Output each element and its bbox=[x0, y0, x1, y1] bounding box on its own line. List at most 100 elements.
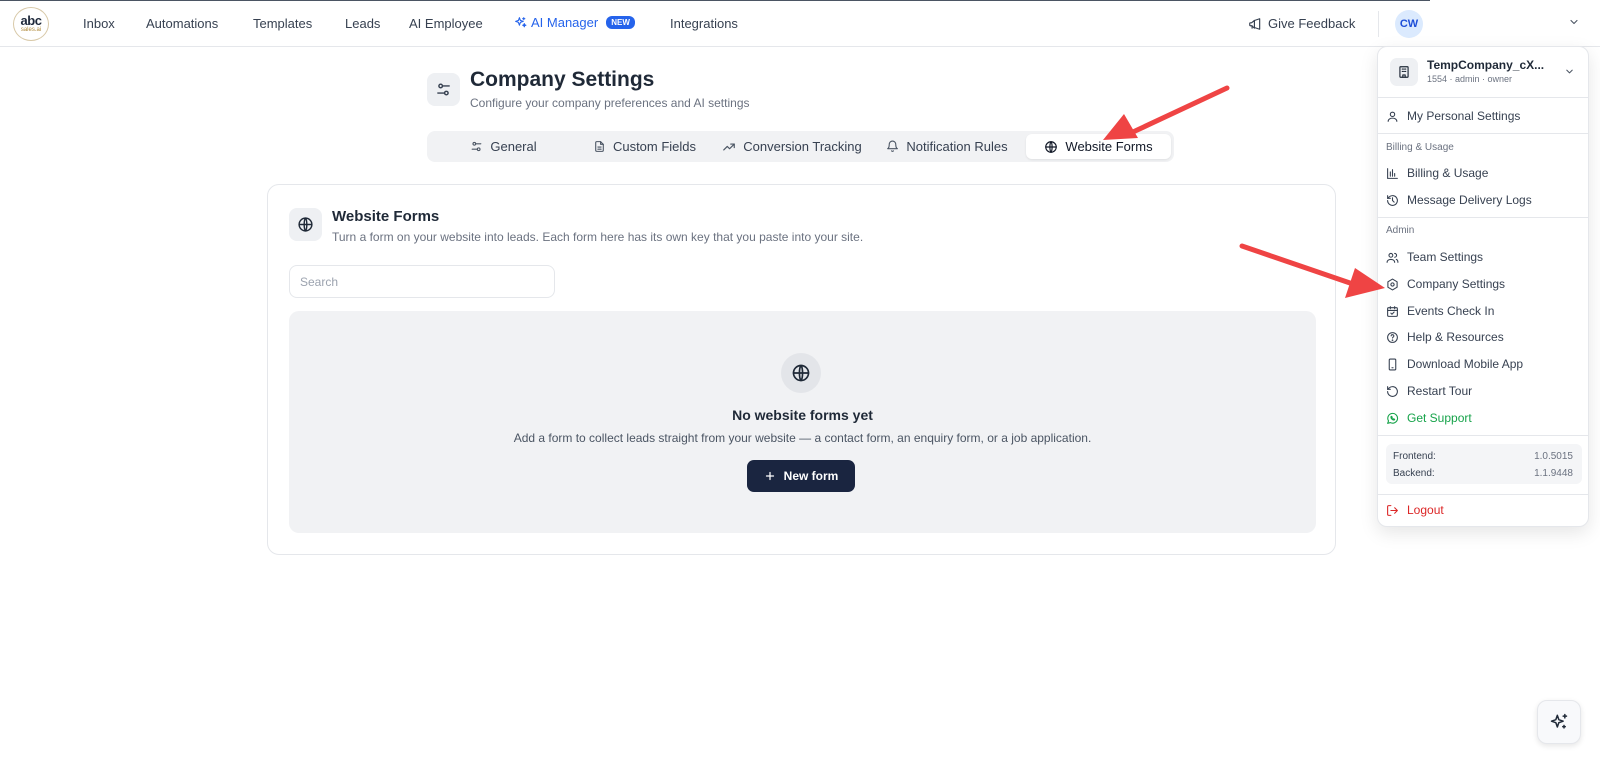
settings-tabs: General Custom Fields Conversion Trackin… bbox=[427, 131, 1174, 162]
section-label-admin: Admin bbox=[1386, 225, 1415, 236]
company-icon bbox=[1390, 58, 1418, 86]
company-name[interactable]: TempCompany_cX... bbox=[1427, 58, 1544, 72]
new-form-label: New form bbox=[783, 469, 839, 483]
ai-assistant-button[interactable] bbox=[1537, 700, 1581, 744]
bar-chart-icon bbox=[1387, 167, 1398, 179]
backend-version: 1.1.9448 bbox=[1534, 468, 1573, 479]
tab-custom-fields[interactable]: Custom Fields bbox=[577, 134, 712, 159]
card-subtitle: Turn a form on your website into leads. … bbox=[332, 230, 864, 244]
menu-item-label: Help & Resources bbox=[1407, 330, 1504, 344]
nav-templates[interactable]: Templates bbox=[253, 16, 312, 31]
abc-sales-logo[interactable]: abc sales.ai bbox=[13, 7, 49, 41]
dropdown-divider bbox=[1378, 494, 1588, 495]
logo-text: abc bbox=[20, 12, 42, 28]
nav-automations[interactable]: Automations bbox=[146, 16, 218, 31]
menu-item-label: My Personal Settings bbox=[1407, 109, 1521, 123]
menu-item-label: Billing & Usage bbox=[1407, 166, 1489, 180]
menu-item-get-support[interactable]: Get Support bbox=[1386, 409, 1472, 427]
menu-item-label: Download Mobile App bbox=[1407, 357, 1524, 371]
nav-divider bbox=[1378, 11, 1379, 37]
nav-inbox[interactable]: Inbox bbox=[83, 16, 115, 31]
rotate-ccw-icon bbox=[1387, 385, 1398, 397]
sparkles-icon bbox=[1550, 713, 1568, 729]
dropdown-divider bbox=[1378, 435, 1588, 436]
tab-general[interactable]: General bbox=[430, 134, 577, 159]
globe-icon bbox=[1045, 140, 1058, 153]
tab-website-forms[interactable]: Website Forms bbox=[1026, 134, 1171, 159]
sliders-icon bbox=[472, 141, 482, 152]
nav-integrations[interactable]: Integrations bbox=[670, 16, 738, 31]
menu-item-company-settings[interactable]: Company Settings bbox=[1386, 275, 1505, 293]
menu-item-label: Restart Tour bbox=[1407, 384, 1473, 398]
give-feedback-button[interactable]: Give Feedback bbox=[1248, 16, 1355, 31]
new-form-button[interactable]: New form bbox=[747, 460, 855, 492]
menu-item-label: Company Settings bbox=[1407, 277, 1506, 291]
sparkles-icon bbox=[515, 17, 527, 28]
nav-ai-manager-label: AI Manager bbox=[531, 15, 599, 30]
globe-icon bbox=[792, 364, 810, 382]
megaphone-icon bbox=[1249, 17, 1261, 30]
tab-label: Conversion Tracking bbox=[743, 139, 862, 154]
menu-item-delivery-logs[interactable]: Message Delivery Logs bbox=[1386, 191, 1532, 209]
frontend-version: 1.0.5015 bbox=[1534, 451, 1573, 462]
empty-state-title: No website forms yet bbox=[732, 407, 873, 423]
menu-item-label: Message Delivery Logs bbox=[1407, 193, 1532, 207]
chevron-down-icon[interactable] bbox=[1564, 66, 1575, 77]
nav-ai-employee[interactable]: AI Employee bbox=[409, 16, 483, 31]
tab-label: Custom Fields bbox=[612, 139, 697, 154]
menu-item-label: Logout bbox=[1407, 503, 1444, 517]
nav-leads[interactable]: Leads bbox=[345, 16, 380, 31]
menu-item-help[interactable]: Help & Resources bbox=[1386, 328, 1504, 346]
history-icon bbox=[1387, 194, 1398, 206]
dropdown-divider bbox=[1378, 133, 1588, 134]
frontend-label: Frontend: bbox=[1393, 451, 1436, 462]
menu-item-logout[interactable]: Logout bbox=[1386, 501, 1444, 519]
card-header-icon bbox=[289, 208, 322, 241]
bell-icon bbox=[887, 140, 899, 152]
user-avatar[interactable]: CW bbox=[1395, 10, 1423, 38]
menu-item-label: Get Support bbox=[1407, 411, 1472, 425]
gear-icon bbox=[1387, 278, 1398, 290]
menu-item-label: Events Check In bbox=[1407, 304, 1495, 318]
section-label-billing: Billing & Usage bbox=[1386, 142, 1454, 153]
nav-ai-manager[interactable]: AI Manager NEW bbox=[514, 15, 635, 30]
globe-icon bbox=[298, 217, 313, 232]
logout-icon bbox=[1387, 504, 1398, 516]
plus-icon bbox=[765, 471, 774, 481]
dropdown-divider bbox=[1378, 217, 1588, 218]
help-circle-icon bbox=[1387, 331, 1398, 343]
menu-item-restart-tour[interactable]: Restart Tour bbox=[1386, 382, 1472, 400]
tab-label: Website Forms bbox=[1065, 139, 1153, 154]
tab-label: Notification Rules bbox=[906, 139, 1008, 154]
page-title: Company Settings bbox=[470, 68, 655, 91]
company-meta: 1554 · admin · owner bbox=[1427, 74, 1513, 84]
new-badge: NEW bbox=[606, 16, 635, 29]
settings-header-icon bbox=[427, 73, 460, 106]
menu-item-mobile-app[interactable]: Download Mobile App bbox=[1386, 355, 1523, 373]
tab-conversion-tracking[interactable]: Conversion Tracking bbox=[712, 134, 872, 159]
tab-notification-rules[interactable]: Notification Rules bbox=[872, 134, 1022, 159]
trending-up-icon bbox=[723, 143, 736, 150]
menu-item-label: Team Settings bbox=[1407, 250, 1484, 264]
building-icon bbox=[1399, 66, 1409, 78]
menu-item-personal-settings[interactable]: My Personal Settings bbox=[1386, 107, 1520, 125]
logo-subtext: sales.ai bbox=[20, 26, 42, 33]
menu-item-events-check-in[interactable]: Events Check In bbox=[1386, 302, 1494, 320]
menu-item-team-settings[interactable]: Team Settings bbox=[1386, 248, 1483, 266]
users-icon bbox=[1386, 252, 1399, 263]
give-feedback-label: Give Feedback bbox=[1268, 16, 1356, 31]
top-navigation-bar: abc sales.ai Inbox Automations Templates… bbox=[0, 0, 1600, 47]
menu-item-billing[interactable]: Billing & Usage bbox=[1386, 164, 1488, 182]
user-icon bbox=[1387, 111, 1398, 122]
search-input[interactable] bbox=[289, 265, 555, 298]
smartphone-icon bbox=[1388, 358, 1397, 370]
chevron-down-icon[interactable] bbox=[1568, 16, 1580, 28]
calendar-check-icon bbox=[1387, 305, 1398, 317]
tab-label: General bbox=[490, 139, 537, 154]
backend-label: Backend: bbox=[1393, 468, 1435, 479]
document-icon bbox=[595, 141, 604, 152]
page-subtitle: Configure your company preferences and A… bbox=[470, 96, 750, 110]
empty-state-icon bbox=[781, 353, 821, 393]
empty-state-subtitle: Add a form to collect leads straight fro… bbox=[513, 431, 1092, 445]
sliders-icon bbox=[437, 83, 450, 96]
